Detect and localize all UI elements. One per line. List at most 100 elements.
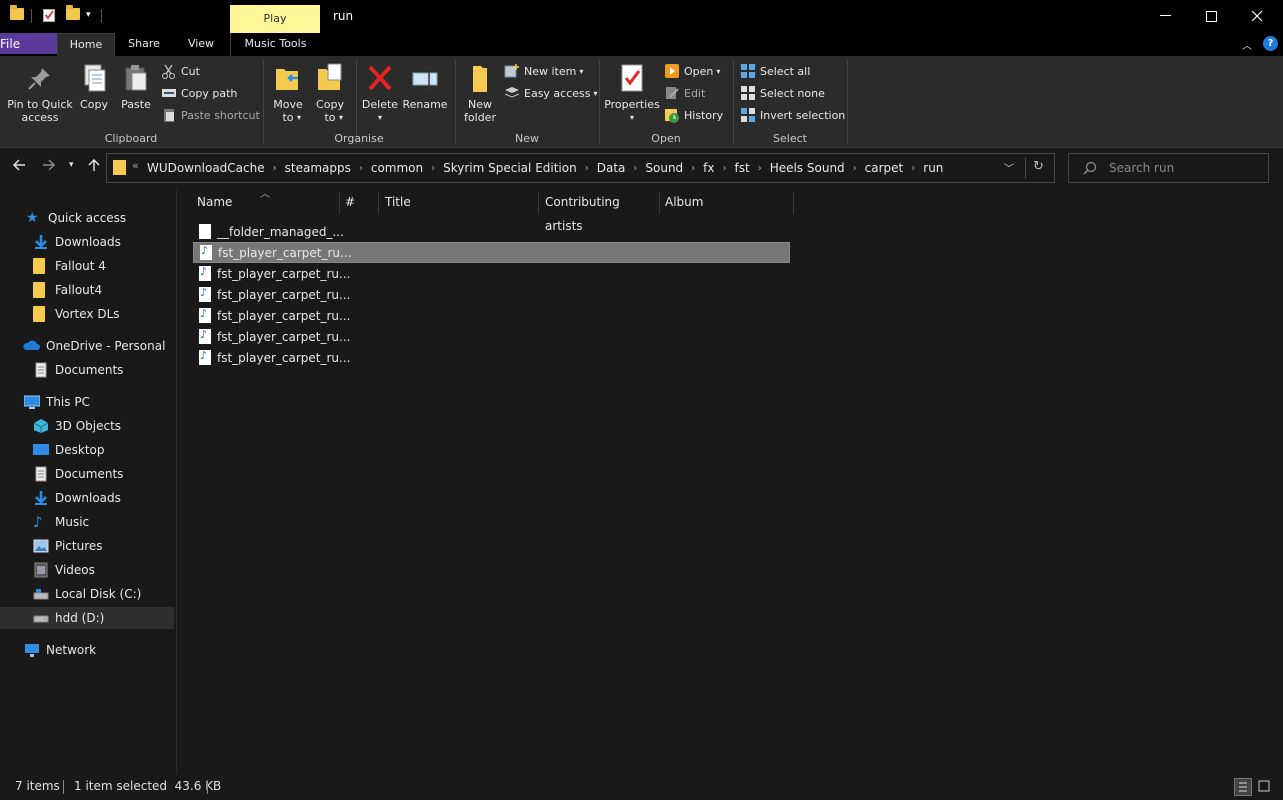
new-folder-quick-icon[interactable] [66,5,80,20]
properties-button[interactable]: Properties ▾ [604,62,660,124]
properties-quick-icon[interactable] [43,8,56,22]
nav-onedrive[interactable]: OneDrive - Personal [0,335,174,357]
delete-button[interactable]: Delete ▾ [361,62,399,124]
refresh-icon[interactable]: ↻ [1033,159,1044,174]
copy-path-button[interactable]: Copy path [161,84,237,102]
chevron-down-icon: ▾ [716,66,721,76]
overflow-chevron-icon[interactable]: « [132,159,139,172]
file-row[interactable]: fst_player_carpet_ru... [193,347,790,368]
paste-shortcut-button[interactable]: Paste shortcut [161,106,260,124]
breadcrumb-chevron-icon[interactable]: › [911,163,915,174]
breadcrumb-item[interactable]: carpet [865,161,904,175]
nav-item[interactable]: hdd (D:) [0,607,174,629]
nav-item[interactable]: Downloads [0,231,174,253]
column-name[interactable]: Name [191,190,339,214]
nav-item[interactable]: Desktop [0,439,174,461]
breadcrumb-chevron-icon[interactable]: › [633,163,637,174]
select-all-button[interactable]: Select all [740,62,810,80]
nav-network[interactable]: Network [0,639,174,661]
file-row[interactable]: fst_player_carpet_ru... [193,263,790,284]
column-number[interactable]: # [339,190,379,214]
file-row[interactable]: fst_player_carpet_ru... [193,284,790,305]
file-name: fst_player_carpet_ru... [217,308,351,323]
search-input[interactable]: Search run [1068,153,1269,183]
open-button[interactable]: Open ▾ [664,62,720,80]
rename-button[interactable]: Rename [402,62,448,111]
nav-item[interactable]: ♪ Music [0,511,174,533]
edit-button[interactable]: Edit [664,84,705,102]
file-name: __folder_managed_... [217,224,344,239]
history-button[interactable]: History [664,106,723,124]
new-folder-button[interactable]: New folder [460,62,500,124]
easy-access-button[interactable]: Easy access ▾ [504,84,598,102]
nav-item[interactable]: Vortex DLs [0,303,174,325]
back-icon[interactable] [12,158,26,176]
customize-qat-icon[interactable]: ▾ [86,10,91,20]
breadcrumb-item[interactable]: Data [597,161,626,175]
tab-home[interactable]: Home [57,33,115,56]
up-icon[interactable] [87,158,101,176]
nav-item[interactable]: Videos [0,559,174,581]
breadcrumb-chevron-icon[interactable]: › [359,163,363,174]
file-row[interactable]: fst_player_carpet_ru... [193,326,790,347]
nav-item[interactable]: 3D Objects [0,415,174,437]
breadcrumb-item[interactable]: WUDownloadCache [147,161,265,175]
breadcrumb-item[interactable]: Skyrim Special Edition [443,161,577,175]
tab-view[interactable]: View [176,33,226,56]
help-icon[interactable]: ? [1263,36,1278,51]
file-row[interactable]: __folder_managed_... [193,221,790,242]
nav-item[interactable]: Documents [0,463,174,485]
column-title[interactable]: Title [379,190,539,214]
breadcrumb-chevron-icon[interactable]: › [585,163,589,174]
new-item-button[interactable]: New item ▾ [504,62,583,80]
column-contributing-artists[interactable]: Contributing artists [539,190,659,233]
breadcrumb-chevron-icon[interactable]: › [853,163,857,174]
address-history-icon[interactable]: ﹀ [1004,160,1014,175]
copy-to-button[interactable]: Copy to ▾ [312,62,348,124]
nav-item[interactable]: Fallout4 [0,279,174,301]
breadcrumb-chevron-icon[interactable]: › [758,163,762,174]
nav-item[interactable]: Downloads [0,487,174,509]
cut-button[interactable]: Cut [161,62,200,80]
forward-icon[interactable] [42,158,56,176]
breadcrumb-chevron-icon[interactable]: › [691,163,695,174]
nav-item[interactable]: Local Disk (C:) [0,583,174,605]
recent-locations-icon[interactable]: ▾ [69,160,74,170]
folder-icon [33,282,49,298]
tab-music-tools[interactable]: Music Tools [230,33,320,56]
pin-quick-access-button[interactable]: Pin to Quick access [5,62,75,124]
copy-button[interactable]: Copy [76,62,112,111]
large-icons-view-icon[interactable] [1256,778,1274,796]
nav-this-pc[interactable]: This PC [0,391,174,413]
tab-file[interactable]: File [0,33,57,54]
breadcrumb-item[interactable]: Sound [645,161,683,175]
breadcrumb-chevron-icon[interactable]: › [431,163,435,174]
close-icon[interactable] [1234,0,1280,32]
breadcrumb-item[interactable]: fst [735,161,750,175]
column-album[interactable]: Album [659,190,793,214]
breadcrumb-item[interactable]: run [923,161,943,175]
invert-selection-button[interactable]: Invert selection [740,106,845,124]
minimize-icon[interactable] [1142,0,1188,32]
breadcrumb-chevron-icon[interactable]: › [723,163,727,174]
nav-item[interactable]: Fallout 4 [0,255,174,277]
breadcrumb-item[interactable]: fx [703,161,714,175]
select-none-button[interactable]: Select none [740,84,825,102]
paste-button[interactable]: Paste [118,62,154,111]
breadcrumb-item[interactable]: Heels Sound [770,161,845,175]
address-bar[interactable]: « WUDownloadCache › steamapps › common › Skyri… [106,153,1055,183]
file-row[interactable]: fst_player_carpet_ru... [193,242,790,263]
tab-share[interactable]: Share [119,33,169,56]
maximize-icon[interactable] [1188,0,1234,32]
breadcrumb-chevron-icon[interactable]: › [273,163,277,174]
chevron-down-icon: ▾ [296,113,301,122]
breadcrumb-item[interactable]: steamapps [285,161,351,175]
breadcrumb-item[interactable]: common [371,161,423,175]
file-row[interactable]: fst_player_carpet_ru... [193,305,790,326]
nav-quick-access[interactable]: ★ Quick access [0,207,174,229]
nav-item[interactable]: Documents [0,359,174,381]
nav-item[interactable]: Pictures [0,535,174,557]
move-to-button[interactable]: Move to ▾ [270,62,306,124]
collapse-ribbon-icon[interactable]: ︿ [1242,37,1252,52]
details-view-icon[interactable] [1234,778,1252,796]
